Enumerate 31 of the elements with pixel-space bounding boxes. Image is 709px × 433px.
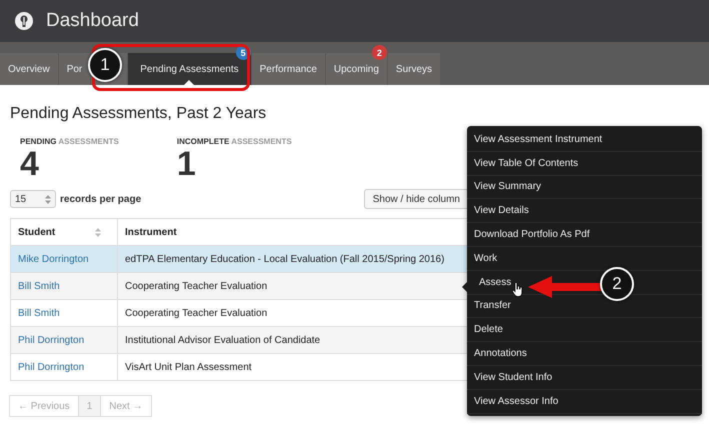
stat-label: PENDING ASSESSMENTS	[20, 137, 119, 146]
count-badge: 2	[372, 45, 387, 60]
menu-item[interactable]: Download Portfolio As Pdf	[467, 223, 702, 247]
page-header-title: Dashboard	[46, 10, 139, 32]
section-title: Pending Assessments, Past 2 Years	[10, 105, 268, 123]
logo-icon	[14, 11, 34, 31]
stat-value: 4	[20, 146, 40, 182]
menu-item[interactable]: View Assessor Info	[467, 390, 702, 414]
menu-item[interactable]: View Student Info	[467, 366, 702, 390]
stat-value: 1	[176, 146, 197, 182]
menu-item[interactable]: View Summary	[467, 176, 702, 200]
stat-label: INCOMPLETE ASSESSMENTS	[176, 137, 292, 146]
nav-tab[interactable]: Pending Assessments 5	[128, 44, 251, 85]
menu-item[interactable]: Annotations	[467, 342, 702, 366]
show-hide-columns-button[interactable]: Show / hide column	[364, 189, 469, 209]
menu-item[interactable]: View Table Of Contents	[467, 152, 702, 176]
menu-item[interactable]: View Assessment Instrument	[467, 128, 702, 152]
records-select[interactable]: 15	[10, 190, 56, 208]
student-link[interactable]: Phil Dorrington	[11, 354, 117, 380]
menu-item[interactable]: View Details	[467, 199, 702, 224]
sort-icon[interactable]	[95, 228, 102, 236]
student-link[interactable]: Phil Dorrington	[11, 327, 117, 353]
student-link[interactable]: Mike Dorrington	[11, 246, 117, 272]
records-label: records per page	[60, 194, 142, 204]
student-link[interactable]: Bill Smith	[11, 273, 117, 299]
menu-item[interactable]: Delete	[467, 318, 702, 342]
column-header[interactable]: Student	[11, 219, 117, 245]
hand-cursor-icon	[512, 282, 524, 297]
student-link[interactable]: Bill Smith	[11, 300, 117, 326]
nav-tab[interactable]: Upcoming 2	[326, 44, 387, 85]
select-arrows-icon	[45, 194, 51, 204]
